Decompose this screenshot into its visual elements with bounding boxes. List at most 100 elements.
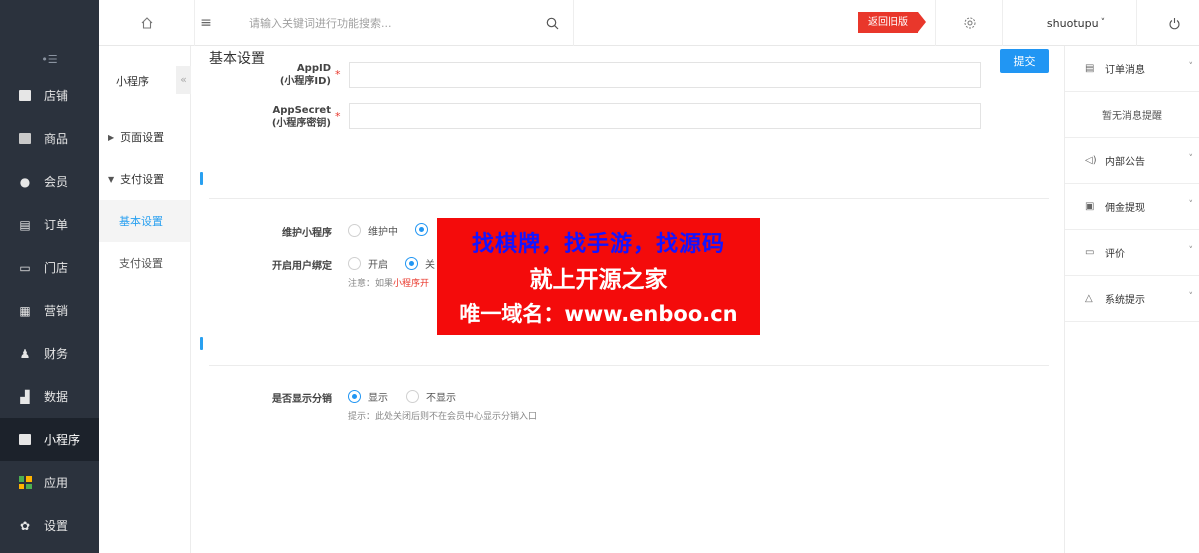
sidebar-item-order[interactable]: ▤ 订单 bbox=[0, 203, 99, 246]
divider bbox=[209, 198, 1049, 199]
order-icon: ▤ bbox=[19, 217, 31, 232]
subnav-group-label: 支付设置 bbox=[120, 173, 165, 186]
radio-label: 关 bbox=[425, 260, 435, 271]
bind-label: 开启用户绑定 bbox=[272, 261, 332, 272]
sidebar-item-label: 会员 bbox=[44, 175, 69, 189]
rp-item-label: 评价 bbox=[1105, 249, 1125, 260]
rp-order-messages[interactable]: ▤ 订单消息 ˅ bbox=[1065, 46, 1199, 92]
subnav-link-basic-settings[interactable]: 基本设置 bbox=[99, 200, 190, 242]
subnav-group-payment-settings[interactable]: ▼ 支付设置 bbox=[99, 158, 190, 200]
caret-right-icon: ▶ bbox=[108, 132, 115, 142]
rp-item-label: 内部公告 bbox=[1105, 157, 1145, 168]
sidebar-item-label: 设置 bbox=[44, 519, 69, 533]
sidebar-item-miniprogram[interactable]: 小程序 bbox=[0, 418, 99, 461]
section-marker bbox=[200, 172, 203, 185]
radio-dot bbox=[405, 257, 418, 270]
search-input[interactable] bbox=[249, 13, 539, 33]
appsecret-input[interactable] bbox=[349, 103, 981, 129]
bell-icon: △ bbox=[1085, 293, 1093, 304]
banner-line-2: 就上开源之家 bbox=[529, 267, 668, 293]
power-icon[interactable] bbox=[1159, 0, 1189, 46]
sub-navigation: 小程序 « ▶ 页面设置 ▼ 支付设置 基本设置 支付设置 bbox=[99, 46, 191, 553]
menu-icon[interactable]: ≡ bbox=[194, 0, 218, 46]
bind-off-radio[interactable]: 关 bbox=[405, 256, 435, 271]
rp-reviews[interactable]: ▭ 评价 ˅ bbox=[1065, 230, 1199, 276]
appid-label: AppID (小程序ID) bbox=[251, 62, 331, 88]
caret-down-icon: ▼ bbox=[108, 174, 115, 184]
banner-line-3: 唯一域名：www.enboo.cn bbox=[459, 302, 738, 326]
radio-label: 显示 bbox=[368, 393, 388, 404]
rp-item-label: 佣金提现 bbox=[1105, 203, 1145, 214]
maintain-on-radio[interactable]: 维护中 bbox=[348, 223, 398, 238]
member-icon: ● bbox=[19, 174, 31, 189]
top-bar: ≡ 返回旧版 shuotupu ˅ bbox=[99, 0, 1199, 46]
subnav-group-label: 页面设置 bbox=[120, 131, 165, 144]
section-marker bbox=[200, 337, 203, 350]
comment-icon: ▭ bbox=[1085, 247, 1095, 258]
user-menu[interactable]: shuotupu ˅ bbox=[1042, 0, 1110, 46]
back-old-version-button[interactable]: 返回旧版 bbox=[858, 12, 926, 33]
chevron-down-icon: ˅ bbox=[1188, 154, 1194, 164]
sidebar-item-finance[interactable]: ♟ 财务 bbox=[0, 332, 99, 375]
subnav-group-page-settings[interactable]: ▶ 页面设置 bbox=[99, 116, 190, 158]
sidebar-item-store[interactable]: 店铺 bbox=[0, 74, 99, 117]
settings-icon: ✿ bbox=[19, 518, 31, 533]
marketing-icon: ▦ bbox=[19, 303, 31, 318]
message-panel: ▤ 订单消息 ˅ 暂无消息提醒 ◁) 内部公告 ˅ ▣ 佣金提现 ˅ ▭ 评价 … bbox=[1064, 46, 1199, 553]
speaker-icon: ◁) bbox=[1085, 155, 1097, 166]
main-sidebar: •☰ 店铺 商品 ● 会员 ▤ 订单 ▭ 门店 ▦ 营销 ♟ 财务 ▟ 数据 小… bbox=[0, 0, 99, 553]
show-yes-radio[interactable]: 显示 bbox=[348, 389, 388, 404]
ad-banner: 找棋牌，找手游，找源码 就上开源之家 唯一域名：www.enboo.cn bbox=[437, 218, 760, 335]
rp-withdrawals[interactable]: ▣ 佣金提现 ˅ bbox=[1065, 184, 1199, 230]
rp-item-label: 系统提示 bbox=[1105, 295, 1145, 306]
submit-button[interactable]: 提交 bbox=[1000, 49, 1049, 73]
appid-label-text: AppID bbox=[296, 63, 331, 74]
radio-dot bbox=[406, 390, 419, 403]
banner-line-1: 找棋牌，找手游，找源码 bbox=[471, 232, 725, 257]
bind-note-text: 注意：如果 bbox=[348, 279, 394, 289]
sidebar-item-data[interactable]: ▟ 数据 bbox=[0, 375, 99, 418]
home-icon[interactable] bbox=[99, 0, 194, 46]
sidebar-item-marketing[interactable]: ▦ 营销 bbox=[0, 289, 99, 332]
radio-label: 维护中 bbox=[368, 227, 398, 238]
maintain-off-radio[interactable] bbox=[415, 223, 435, 236]
sidebar-item-shop[interactable]: ▭ 门店 bbox=[0, 246, 99, 289]
appsecret-label: AppSecret (小程序密钥) bbox=[241, 104, 331, 130]
rp-system-notices[interactable]: △ 系统提示 ˅ bbox=[1065, 276, 1199, 322]
subnav-link-payment-settings[interactable]: 支付设置 bbox=[99, 242, 190, 284]
sidebar-item-label: 订单 bbox=[44, 218, 69, 232]
sidebar-item-label: 营销 bbox=[44, 304, 69, 318]
sidebar-item-label: 财务 bbox=[44, 347, 69, 361]
shop-icon: ▭ bbox=[19, 260, 31, 275]
sidebar-collapse-icon[interactable]: •☰ bbox=[0, 46, 99, 74]
radio-dot bbox=[415, 223, 428, 236]
appid-label-sub: (小程序ID) bbox=[279, 76, 331, 87]
divider bbox=[209, 365, 1049, 366]
rp-empty-text: 暂无消息提醒 bbox=[1065, 92, 1199, 138]
collapse-subnav-icon[interactable]: « bbox=[176, 66, 191, 94]
bind-note: 注意：如果小程序开 bbox=[348, 276, 429, 289]
chevron-down-icon: ˅ bbox=[1188, 200, 1194, 210]
search-icon[interactable] bbox=[540, 0, 564, 46]
show-no-radio[interactable]: 不显示 bbox=[406, 389, 456, 404]
sidebar-item-label: 商品 bbox=[44, 132, 69, 146]
sidebar-item-label: 应用 bbox=[44, 476, 69, 490]
sidebar-item-label: 数据 bbox=[44, 390, 69, 404]
rp-announcements[interactable]: ◁) 内部公告 ˅ bbox=[1065, 138, 1199, 184]
logo-area bbox=[0, 0, 99, 46]
sidebar-item-apps[interactable]: 应用 bbox=[0, 461, 99, 504]
bind-on-radio[interactable]: 开启 bbox=[348, 256, 388, 271]
radio-label: 开启 bbox=[368, 260, 388, 271]
chevron-down-icon: ˅ bbox=[1188, 292, 1194, 302]
radio-dot bbox=[348, 257, 361, 270]
show-hint: 提示：此处关闭后则不在会员中心显示分销入口 bbox=[348, 412, 538, 422]
appsecret-label-text: AppSecret bbox=[272, 105, 331, 116]
radio-label: 不显示 bbox=[426, 393, 456, 404]
chevron-down-icon: ˅ bbox=[1188, 246, 1194, 256]
sidebar-item-member[interactable]: ● 会员 bbox=[0, 160, 99, 203]
sidebar-item-settings[interactable]: ✿ 设置 bbox=[0, 504, 99, 547]
sidebar-item-goods[interactable]: 商品 bbox=[0, 117, 99, 160]
appid-input[interactable] bbox=[349, 62, 981, 88]
gear-icon[interactable] bbox=[955, 0, 985, 46]
rp-item-label: 订单消息 bbox=[1105, 65, 1145, 76]
